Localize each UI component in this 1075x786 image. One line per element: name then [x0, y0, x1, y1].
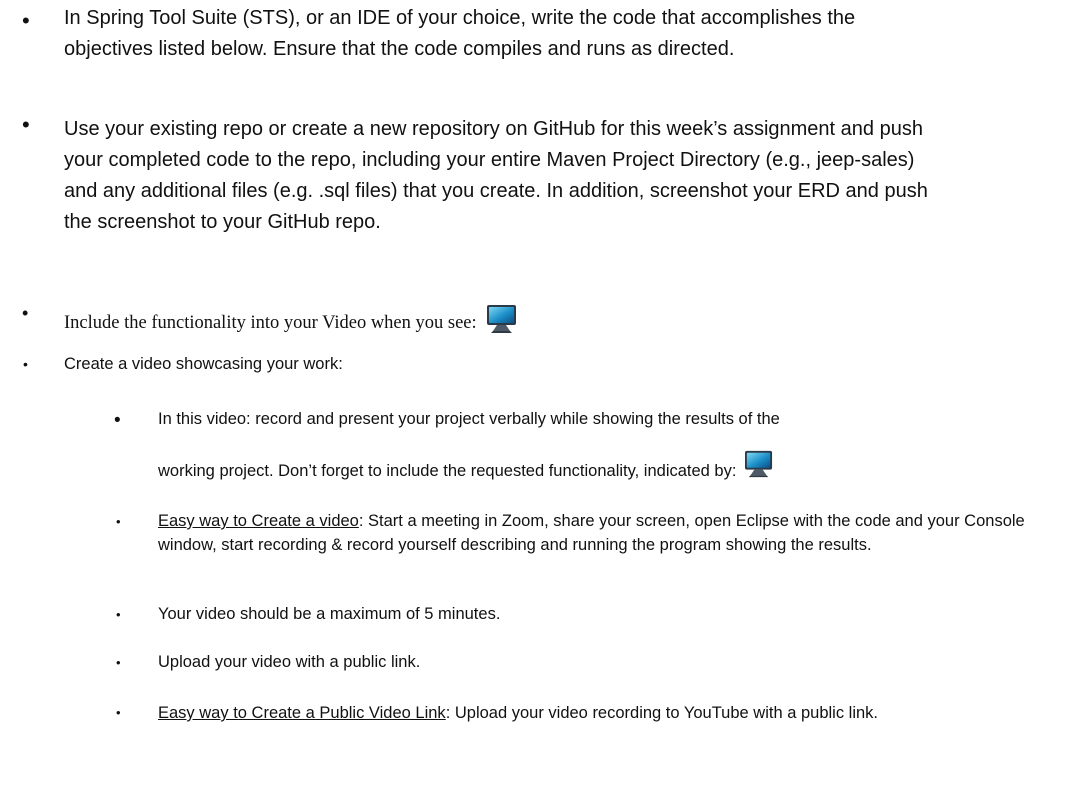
sub-record-video-line2: working project. Don’t forget to include… [158, 450, 1038, 486]
bullet: • [22, 112, 30, 137]
bullet: • [23, 356, 28, 372]
bullet: • [116, 655, 121, 670]
instruction-video-functionality-text: Include the functionality into your Vide… [64, 304, 764, 342]
sub-easy-create-video-text: Easy way to Create a video: Start a meet… [158, 510, 1038, 557]
easy-create-video-link-label: Easy way to Create a video [158, 512, 359, 530]
video-monitor-icon [485, 304, 519, 342]
public-video-link-description: : Upload your video recording to YouTube… [445, 704, 879, 722]
bullet: • [114, 410, 121, 431]
instruction-create-video-text: Create a video showcasing your work: [64, 355, 343, 373]
sub-record-video-line1: In this video: record and present your p… [158, 410, 780, 428]
sub-video-length-text: Your video should be a maximum of 5 minu… [158, 605, 501, 623]
sub-record-video-line2-text: working project. Don’t forget to include… [158, 462, 737, 480]
video-monitor-icon [743, 450, 775, 486]
bullet: • [22, 8, 30, 33]
bullet: • [116, 514, 121, 529]
assignment-instructions: • In Spring Tool Suite (STS), or an IDE … [0, 0, 1075, 786]
instruction-ide-text: In Spring Tool Suite (STS), or an IDE of… [64, 7, 856, 60]
bullet: • [116, 607, 121, 622]
sub-upload-video-text: Upload your video with a public link. [158, 653, 421, 671]
public-video-link-label: Easy way to Create a Public Video Link [158, 704, 446, 722]
sub-public-link-text: Easy way to Create a Public Video Link: … [158, 701, 1038, 725]
video-functionality-label: Include the functionality into your Vide… [64, 313, 477, 333]
instruction-github-text: Use your existing repo or create a new r… [64, 118, 928, 233]
bullet: • [116, 705, 121, 720]
bullet: • [22, 303, 29, 323]
